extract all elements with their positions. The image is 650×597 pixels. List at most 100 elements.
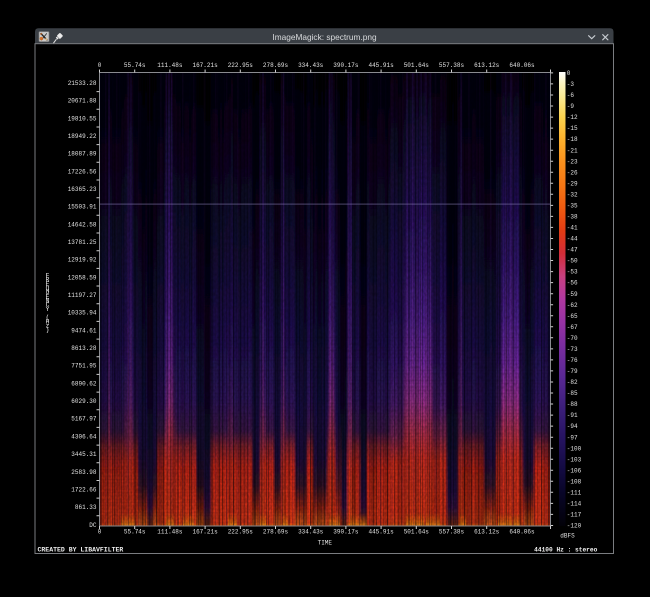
svg-text:-108: -108 [567, 478, 582, 485]
svg-text:4306.64: 4306.64 [71, 433, 97, 440]
svg-text:-97: -97 [567, 434, 578, 441]
svg-text:613.12s: 613.12s [474, 528, 500, 535]
svg-text:-21: -21 [567, 147, 578, 154]
svg-text:8613.28: 8613.28 [71, 345, 97, 352]
svg-text:-18: -18 [567, 136, 578, 143]
svg-text:-94: -94 [567, 423, 578, 430]
svg-text:-85: -85 [567, 390, 578, 397]
svg-text:-67: -67 [567, 324, 578, 331]
svg-text:11197.27: 11197.27 [68, 292, 97, 299]
svg-text:861.33: 861.33 [75, 504, 97, 511]
svg-text:18087.89: 18087.89 [68, 151, 97, 158]
svg-text:5167.97: 5167.97 [71, 416, 97, 423]
svg-text:3445.31: 3445.31 [71, 451, 97, 458]
svg-text:0: 0 [98, 62, 102, 69]
svg-text:-76: -76 [567, 357, 578, 364]
svg-text:501.64s: 501.64s [404, 62, 430, 69]
svg-text:-65: -65 [567, 313, 578, 320]
svg-text:21533.28: 21533.28 [68, 80, 97, 87]
svg-text:-117: -117 [567, 512, 582, 519]
svg-text:-56: -56 [567, 280, 578, 287]
svg-text:-62: -62 [567, 302, 578, 309]
svg-text:278.69s: 278.69s [263, 62, 289, 69]
svg-text:-50: -50 [567, 258, 578, 265]
svg-text:17226.56: 17226.56 [68, 168, 97, 175]
svg-text:613.12s: 613.12s [474, 62, 500, 69]
svg-text:390.17s: 390.17s [333, 62, 359, 69]
svg-text:6029.30: 6029.30 [71, 398, 97, 405]
svg-text:55.74s: 55.74s [124, 62, 146, 69]
svg-text:20671.88: 20671.88 [68, 98, 97, 105]
svg-text:640.06s: 640.06s [509, 528, 535, 535]
svg-text:-91: -91 [567, 412, 578, 419]
svg-text:10335.94: 10335.94 [68, 310, 97, 317]
svg-text:-32: -32 [567, 191, 578, 198]
svg-text:111.48s: 111.48s [157, 528, 183, 535]
svg-text:-41: -41 [567, 225, 578, 232]
svg-text:-114: -114 [567, 501, 582, 508]
svg-text:334.43s: 334.43s [298, 528, 324, 535]
svg-text:13781.25: 13781.25 [68, 239, 97, 246]
svg-text:ImageMagick: spectrum.png: ImageMagick: spectrum.png [272, 32, 377, 42]
svg-text:): ) [46, 327, 50, 334]
svg-text:55.74s: 55.74s [124, 528, 146, 535]
svg-text:-35: -35 [567, 203, 578, 210]
svg-text:-23: -23 [567, 158, 578, 165]
svg-text:9474.61: 9474.61 [71, 327, 97, 334]
svg-text:-9: -9 [567, 103, 575, 110]
svg-text:14642.58: 14642.58 [68, 221, 97, 228]
svg-text:640.06s: 640.06s [509, 62, 535, 69]
svg-text:-47: -47 [567, 247, 578, 254]
svg-text:19810.55: 19810.55 [68, 115, 97, 122]
svg-text:-26: -26 [567, 169, 578, 176]
svg-text:557.38s: 557.38s [439, 62, 465, 69]
svg-text:TIME: TIME [318, 539, 333, 546]
svg-text:167.21s: 167.21s [192, 528, 218, 535]
svg-text:-103: -103 [567, 456, 582, 463]
svg-text:-120: -120 [567, 523, 582, 530]
svg-text:-44: -44 [567, 236, 578, 243]
svg-text:-3: -3 [567, 81, 575, 88]
svg-text:445.91s: 445.91s [368, 62, 394, 69]
svg-text:222.95s: 222.95s [228, 62, 254, 69]
svg-text:-82: -82 [567, 379, 578, 386]
svg-text:-59: -59 [567, 291, 578, 298]
svg-text:15503.91: 15503.91 [68, 204, 97, 211]
svg-text:-6: -6 [567, 92, 575, 99]
svg-text:334.43s: 334.43s [298, 62, 324, 69]
svg-text:0: 0 [98, 528, 102, 535]
svg-text:0: 0 [567, 70, 571, 77]
svg-text:557.38s: 557.38s [439, 528, 465, 535]
svg-text:-79: -79 [567, 368, 578, 375]
svg-text:-12: -12 [567, 114, 578, 121]
svg-text:-29: -29 [567, 180, 578, 187]
svg-text:16365.23: 16365.23 [68, 186, 97, 193]
svg-text:278.69s: 278.69s [263, 528, 289, 535]
svg-text:-73: -73 [567, 346, 578, 353]
svg-text:-106: -106 [567, 467, 582, 474]
svg-text:12058.59: 12058.59 [68, 274, 97, 281]
svg-text:12919.92: 12919.92 [68, 257, 97, 264]
svg-text:222.95s: 222.95s [228, 528, 254, 535]
svg-text:390.17s: 390.17s [333, 528, 359, 535]
svg-text:44100 Hz : stereo: 44100 Hz : stereo [534, 547, 597, 554]
svg-text:dBFS: dBFS [560, 533, 575, 540]
svg-text:7751.95: 7751.95 [71, 363, 97, 370]
svg-text:18949.22: 18949.22 [68, 133, 97, 140]
svg-text:-70: -70 [567, 335, 578, 342]
svg-text:167.21s: 167.21s [192, 62, 218, 69]
svg-text:-15: -15 [567, 125, 578, 132]
svg-text:Y: Y [46, 306, 50, 313]
svg-text:6890.62: 6890.62 [71, 380, 97, 387]
svg-text:-53: -53 [567, 269, 578, 276]
svg-text:501.64s: 501.64s [404, 528, 430, 535]
svg-text:CREATED BY LIBAVFILTER: CREATED BY LIBAVFILTER [38, 547, 124, 554]
svg-text:-111: -111 [567, 489, 582, 496]
svg-text:2583.98: 2583.98 [71, 469, 97, 476]
svg-text:-38: -38 [567, 214, 578, 221]
svg-text:445.91s: 445.91s [368, 528, 394, 535]
svg-text:DC: DC [89, 522, 97, 529]
svg-text:-88: -88 [567, 401, 578, 408]
svg-text:111.48s: 111.48s [157, 62, 183, 69]
svg-text:1722.66: 1722.66 [71, 486, 97, 493]
